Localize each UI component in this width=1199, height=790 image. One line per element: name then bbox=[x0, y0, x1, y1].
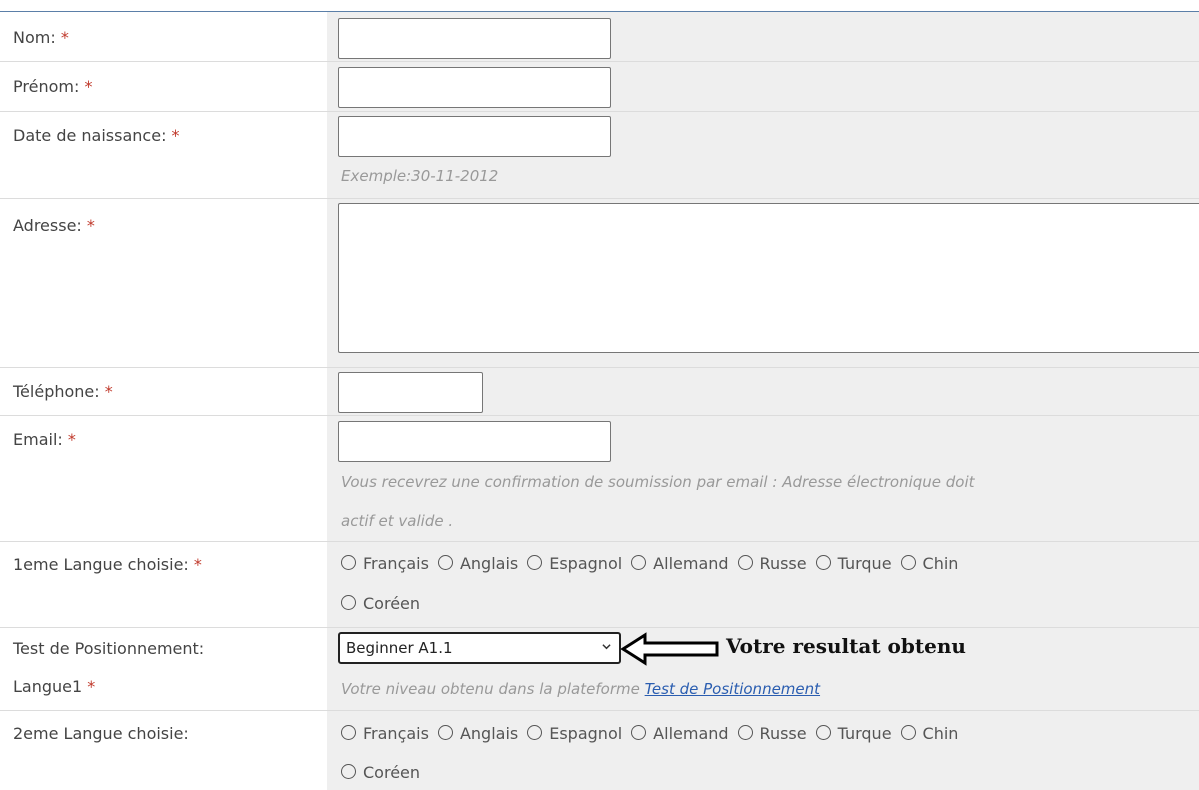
required-mark: * bbox=[87, 677, 96, 696]
row-email: Email: * Vous recevrez une confirmation … bbox=[0, 416, 1199, 542]
radio-circle[interactable] bbox=[631, 555, 647, 570]
radio-circle[interactable] bbox=[527, 555, 543, 570]
radio-circle[interactable] bbox=[437, 555, 453, 570]
row-adresse: Adresse: * bbox=[0, 199, 1199, 368]
radio-circle[interactable] bbox=[815, 555, 831, 570]
radio-circle[interactable] bbox=[437, 725, 453, 740]
required-mark: * bbox=[104, 382, 113, 401]
row-date-naissance: Date de naissance: * Exemple:30-11-2012 bbox=[0, 112, 1199, 199]
required-mark: * bbox=[171, 126, 180, 145]
test-level-selected-value: Beginner A1.1 bbox=[346, 639, 453, 657]
radio-circle[interactable] bbox=[527, 725, 543, 740]
langue2-option-turque[interactable]: Turque bbox=[815, 724, 892, 743]
langue2-options-line1: Français Anglais Espagnol Allemand Russe Turq… bbox=[341, 724, 967, 743]
required-mark: * bbox=[84, 77, 93, 96]
telephone-label: Téléphone: * bbox=[13, 382, 113, 401]
test-positionnement-link[interactable]: Test de Positionnement bbox=[645, 680, 820, 698]
date-naissance-input[interactable] bbox=[338, 116, 611, 157]
radio-circle[interactable] bbox=[631, 725, 647, 740]
langue2-option-allemand[interactable]: Allemand bbox=[631, 724, 729, 743]
row-langue1: 1eme Langue choisie: * Français Anglais Es… bbox=[0, 542, 1199, 628]
langue2-option-francais[interactable]: Français bbox=[341, 724, 429, 743]
langue1-options-line1: Français Anglais Espagnol Allemand Russe Turq… bbox=[341, 554, 967, 573]
langue1-option-allemand[interactable]: Allemand bbox=[631, 554, 729, 573]
email-label: Email: * bbox=[13, 430, 76, 449]
nom-label: Nom: * bbox=[13, 28, 69, 47]
required-mark: * bbox=[86, 216, 95, 235]
langue1-option-russe[interactable]: Russe bbox=[737, 554, 807, 573]
test-positionnement-label-line2: Langue1 * bbox=[13, 677, 96, 696]
chevron-down-icon bbox=[602, 644, 611, 650]
telephone-input[interactable] bbox=[338, 372, 483, 413]
test-level-hint: Votre niveau obtenu dans la plateforme T… bbox=[341, 680, 821, 698]
test-level-select[interactable]: Beginner A1.1 bbox=[338, 632, 621, 664]
row-langue2: 2eme Langue choisie: Français Anglais Espa… bbox=[0, 711, 1199, 790]
arrow-left-icon bbox=[621, 632, 719, 666]
radio-circle[interactable] bbox=[900, 555, 916, 570]
email-hint-line1: Vous recevrez une confirmation de soumis… bbox=[341, 473, 975, 491]
langue2-label: 2eme Langue choisie: bbox=[13, 724, 189, 743]
prenom-label: Prénom: * bbox=[13, 77, 93, 96]
date-naissance-label: Date de naissance: * bbox=[13, 126, 180, 145]
email-hint-line2: actif et valide . bbox=[341, 512, 454, 530]
required-mark: * bbox=[193, 555, 202, 574]
langue2-option-chinois[interactable]: Chin bbox=[900, 724, 958, 743]
langue1-option-anglais[interactable]: Anglais bbox=[437, 554, 518, 573]
adresse-label: Adresse: * bbox=[13, 216, 95, 235]
row-telephone: Téléphone: * bbox=[0, 368, 1199, 416]
langue2-option-russe[interactable]: Russe bbox=[737, 724, 807, 743]
langue1-option-espagnol[interactable]: Espagnol bbox=[527, 554, 622, 573]
date-format-hint: Exemple:30-11-2012 bbox=[341, 167, 499, 185]
langue2-option-espagnol[interactable]: Espagnol bbox=[527, 724, 622, 743]
radio-circle[interactable] bbox=[341, 595, 356, 610]
row-test-positionnement: Test de Positionnement: Langue1 * Beginn… bbox=[0, 628, 1199, 711]
radio-circle[interactable] bbox=[737, 725, 753, 740]
radio-circle[interactable] bbox=[341, 725, 356, 740]
langue1-option-chinois[interactable]: Chin bbox=[900, 554, 958, 573]
required-mark: * bbox=[67, 430, 76, 449]
langue1-label: 1eme Langue choisie: * bbox=[13, 555, 202, 574]
langue1-options-line2: Coréen bbox=[341, 594, 429, 613]
prenom-input[interactable] bbox=[338, 67, 611, 108]
nom-input[interactable] bbox=[338, 18, 611, 59]
langue1-option-coreen[interactable]: Coréen bbox=[341, 594, 420, 613]
email-input[interactable] bbox=[338, 421, 611, 462]
radio-circle[interactable] bbox=[900, 725, 916, 740]
radio-circle[interactable] bbox=[737, 555, 753, 570]
row-nom: Nom: * bbox=[0, 12, 1199, 62]
row-prenom: Prénom: * bbox=[0, 62, 1199, 112]
required-mark: * bbox=[60, 28, 69, 47]
langue1-option-francais[interactable]: Français bbox=[341, 554, 429, 573]
result-annotation: Votre resultat obtenu bbox=[726, 634, 966, 658]
adresse-textarea[interactable] bbox=[338, 203, 1199, 353]
langue1-option-turque[interactable]: Turque bbox=[815, 554, 892, 573]
langue2-option-anglais[interactable]: Anglais bbox=[437, 724, 518, 743]
radio-circle[interactable] bbox=[815, 725, 831, 740]
langue2-options-line2: Coréen bbox=[341, 763, 429, 782]
test-positionnement-label: Test de Positionnement: bbox=[13, 639, 205, 658]
langue2-option-coreen[interactable]: Coréen bbox=[341, 763, 420, 782]
radio-circle[interactable] bbox=[341, 764, 356, 779]
radio-circle[interactable] bbox=[341, 555, 356, 570]
